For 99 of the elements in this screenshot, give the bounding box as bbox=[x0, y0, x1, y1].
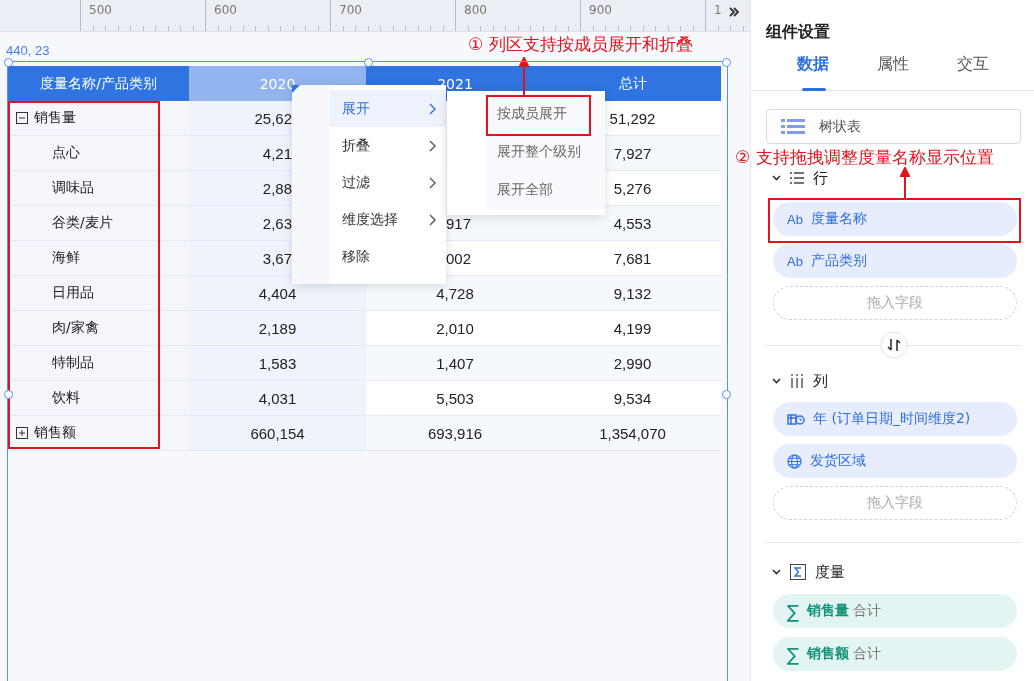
table-cell: 51,292 bbox=[609, 109, 656, 127]
menu-item[interactable]: 展开整个级别 bbox=[485, 133, 605, 171]
ruler-label: 800 bbox=[464, 3, 487, 17]
sigma-box-icon bbox=[790, 564, 806, 580]
swap-icon[interactable] bbox=[879, 331, 908, 359]
table-cell: 1,583 bbox=[258, 354, 297, 372]
resize-handle[interactable] bbox=[722, 390, 731, 399]
table-cell: 5,503 bbox=[436, 389, 474, 407]
table-cell: 1,354,070 bbox=[599, 424, 666, 442]
resize-handle[interactable] bbox=[722, 58, 731, 67]
column-header[interactable]: 总计 bbox=[544, 66, 721, 101]
table-cell: 25,62 bbox=[254, 109, 292, 127]
table-cell: 5,276 bbox=[613, 179, 652, 197]
aggregation-label: 合计 bbox=[853, 602, 882, 620]
menu-item[interactable]: 按成员展开 bbox=[485, 95, 605, 133]
field-pill[interactable]: Ab 产品类别 bbox=[773, 244, 1017, 278]
tab[interactable]: 属性 bbox=[853, 52, 933, 90]
menu-item[interactable]: 过滤 bbox=[330, 164, 446, 201]
menu-item[interactable]: 展开 bbox=[330, 90, 446, 127]
field-pill[interactable]: ∑ 销售额 合计 bbox=[773, 637, 1017, 671]
table-cell: 4,031 bbox=[258, 389, 297, 407]
list-icon bbox=[781, 118, 805, 135]
table-cell: 4,21 bbox=[262, 144, 292, 162]
table-cell: 4,553 bbox=[613, 214, 652, 232]
row-label: 谷类/麦片 bbox=[52, 214, 113, 232]
table-cell: 660,154 bbox=[250, 424, 305, 442]
text-type-icon: Ab bbox=[787, 211, 803, 227]
row-label: 调味品 bbox=[52, 179, 94, 197]
tab[interactable]: 数据 bbox=[773, 52, 853, 90]
row-label: 饮料 bbox=[52, 389, 80, 407]
field-label: 产品类别 bbox=[810, 252, 867, 270]
chart-type-select[interactable]: 树状表 bbox=[766, 109, 1021, 144]
section-title: 列 bbox=[813, 371, 828, 391]
ruler-label: 600 bbox=[214, 3, 237, 17]
annotation-arrow bbox=[900, 167, 910, 198]
column-header[interactable]: 度量名称/产品类别 bbox=[8, 66, 189, 101]
annotation: ② 支持拖拽调整度量名称显示位置 bbox=[735, 146, 994, 169]
table-cell: 2,010 bbox=[436, 319, 474, 337]
ruler-label: 1 bbox=[714, 3, 722, 17]
chevron-down-icon[interactable] bbox=[772, 378, 781, 384]
field-label: 发货区域 bbox=[810, 452, 866, 470]
table-cell: 2,63 bbox=[262, 214, 292, 232]
row-label: 销售量 bbox=[34, 109, 76, 127]
tab[interactable]: 交互 bbox=[933, 52, 1013, 90]
row-label: 点心 bbox=[52, 144, 80, 162]
panel-title: 组件设置 bbox=[766, 22, 831, 43]
toggle-icon[interactable] bbox=[16, 427, 28, 439]
list-icon bbox=[790, 172, 804, 184]
ruler-label: 700 bbox=[339, 3, 362, 17]
row-label: 销售额 bbox=[34, 424, 76, 442]
sigma-icon: ∑ bbox=[787, 600, 800, 622]
menu-item[interactable]: 维度选择 bbox=[330, 201, 446, 238]
row-label: 海鲜 bbox=[52, 249, 80, 267]
double-chevron-icon[interactable] bbox=[728, 6, 740, 18]
table-cell: 4,199 bbox=[613, 319, 652, 337]
table-cell: 4,404 bbox=[258, 284, 297, 302]
annotation-arrow bbox=[519, 57, 529, 95]
chevron-down-icon[interactable] bbox=[772, 175, 781, 181]
menu-item[interactable]: 移除 bbox=[330, 238, 446, 275]
sigma-icon: ∑ bbox=[787, 643, 800, 665]
table-cell: 7,681 bbox=[613, 249, 652, 267]
section-title: 行 bbox=[813, 168, 828, 188]
table-cell: 7,927 bbox=[613, 144, 652, 162]
table-cell: 3,67 bbox=[262, 249, 292, 267]
row-label: 肉/家禽 bbox=[52, 319, 99, 337]
table-cell: 002 bbox=[446, 249, 472, 267]
table-cell: 2,88 bbox=[262, 179, 292, 197]
field-pill[interactable]: Ab 度量名称 bbox=[773, 202, 1017, 236]
text-type-icon: Ab bbox=[787, 253, 803, 269]
field-pill[interactable]: 发货区域 bbox=[773, 444, 1017, 478]
table-cell: 2,189 bbox=[258, 319, 297, 337]
row-label: 特制品 bbox=[52, 354, 94, 372]
ruler-label: 500 bbox=[89, 3, 112, 17]
annotation: ① 列区支持按成员展开和折叠 bbox=[468, 33, 693, 56]
field-label: 年 (订单日期_时间维度2) bbox=[813, 410, 971, 428]
field-pill[interactable]: ∑ 销售量 合计 bbox=[773, 594, 1017, 628]
table-cell: 9,534 bbox=[613, 389, 652, 407]
table-cell: 693,916 bbox=[427, 424, 483, 442]
calendar-icon bbox=[787, 412, 805, 426]
row-label: 日用品 bbox=[52, 284, 94, 302]
globe-icon bbox=[787, 453, 802, 469]
position-label: 440, 23 bbox=[6, 43, 50, 58]
table-cell: 917 bbox=[446, 214, 472, 232]
field-label: 销售量 bbox=[807, 602, 850, 620]
field-pill[interactable]: 年 (订单日期_时间维度2) bbox=[773, 402, 1017, 436]
toggle-icon[interactable] bbox=[16, 112, 28, 124]
menu-item[interactable]: 展开全部 bbox=[485, 171, 605, 209]
columns-icon bbox=[790, 374, 804, 388]
menu-item[interactable]: 折叠 bbox=[330, 127, 446, 164]
table-cell: 1,407 bbox=[436, 354, 474, 372]
aggregation-label: 合计 bbox=[853, 645, 882, 663]
table-cell: 9,132 bbox=[613, 284, 652, 302]
table-cell: 2,990 bbox=[613, 354, 652, 372]
field-label: 销售额 bbox=[807, 645, 850, 663]
table-cell: 4,728 bbox=[436, 284, 474, 302]
section-title: 度量 bbox=[815, 562, 845, 582]
ruler-label: 900 bbox=[589, 3, 612, 17]
chevron-down-icon[interactable] bbox=[772, 569, 781, 575]
field-label: 度量名称 bbox=[810, 210, 867, 228]
